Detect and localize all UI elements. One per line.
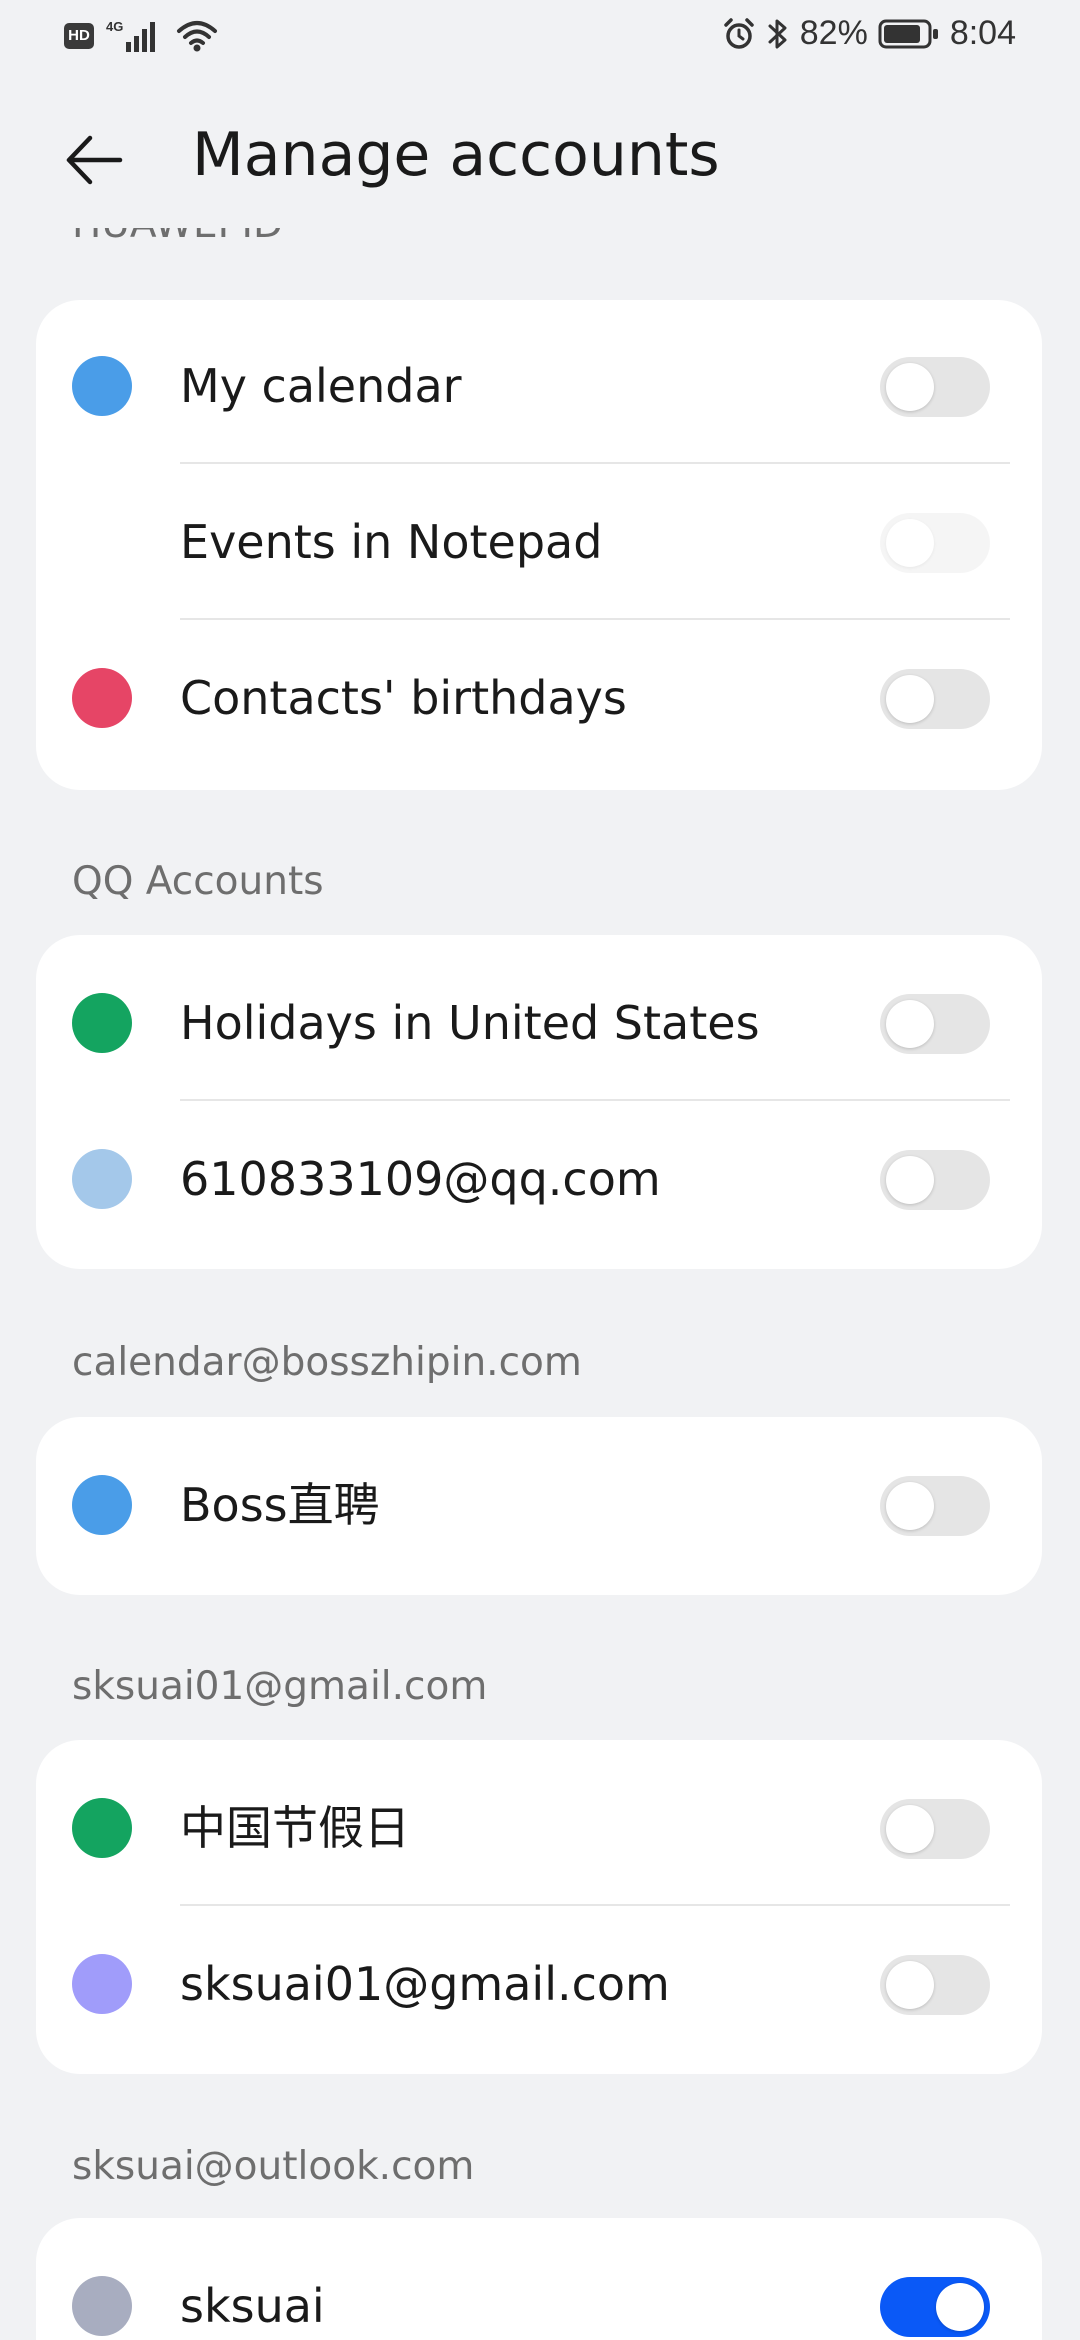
calendar-row-label: sksuai01@gmail.com bbox=[180, 1957, 670, 2011]
wifi-icon bbox=[177, 21, 217, 52]
calendar-row-label: Contacts' birthdays bbox=[180, 671, 627, 725]
bluetooth-icon bbox=[768, 19, 787, 48]
card-bosszhipin: Boss直聘 bbox=[36, 1417, 1042, 1595]
toggle-knob bbox=[886, 1000, 934, 1048]
calendar-color-dot bbox=[72, 1149, 132, 1209]
calendar-toggle[interactable] bbox=[880, 1150, 990, 1210]
calendar-row[interactable]: Boss直聘 bbox=[36, 1427, 1042, 1583]
calendar-row[interactable]: sksuai01@gmail.com bbox=[36, 1906, 1042, 2062]
calendar-row[interactable]: sksuai bbox=[36, 2228, 1042, 2340]
toggle-knob bbox=[886, 1805, 934, 1853]
back-arrow-icon bbox=[66, 135, 123, 185]
toggle-knob bbox=[886, 519, 934, 567]
hd-icon: HD bbox=[64, 23, 94, 49]
card-qq-accounts: Holidays in United States 610833109@qq.c… bbox=[36, 935, 1042, 1269]
toggle-knob bbox=[886, 1961, 934, 2009]
signal-icon: 4G bbox=[106, 19, 155, 52]
toggle-knob bbox=[886, 1156, 934, 1204]
calendar-row-label: Boss直聘 bbox=[180, 1478, 380, 1532]
calendar-toggle[interactable] bbox=[880, 1476, 990, 1536]
app-header: Manage accounts bbox=[0, 100, 1080, 220]
toggle-knob bbox=[886, 1482, 934, 1530]
calendar-toggle[interactable] bbox=[880, 357, 990, 417]
page-title: Manage accounts bbox=[192, 120, 720, 190]
calendar-row-label: Holidays in United States bbox=[180, 996, 760, 1050]
calendar-row-label: 中国节假日 bbox=[180, 1801, 410, 1855]
toggle-knob bbox=[886, 675, 934, 723]
toggle-knob bbox=[936, 2283, 984, 2331]
toggle-knob bbox=[886, 363, 934, 411]
calendar-color-dot bbox=[72, 1798, 132, 1858]
calendar-row[interactable]: 中国节假日 bbox=[36, 1750, 1042, 1906]
calendar-color-dot bbox=[72, 356, 132, 416]
calendar-row[interactable]: Contacts' birthdays bbox=[36, 620, 1042, 776]
calendar-row-label: My calendar bbox=[180, 359, 462, 413]
calendar-toggle[interactable] bbox=[880, 2277, 990, 2337]
calendar-row[interactable]: 610833109@qq.com bbox=[36, 1101, 1042, 1257]
calendar-toggle[interactable] bbox=[880, 669, 990, 729]
network-type-label: 4G bbox=[106, 19, 123, 34]
calendar-color-dot bbox=[72, 993, 132, 1053]
calendar-row-label: 610833109@qq.com bbox=[180, 1152, 661, 1206]
section-title-qq-accounts: QQ Accounts bbox=[72, 859, 324, 904]
section-title-bosszhipin: calendar@bosszhipin.com bbox=[72, 1340, 582, 1385]
calendar-color-dot bbox=[72, 2276, 132, 2336]
section-title-outlook: sksuai@outlook.com bbox=[72, 2144, 475, 2189]
calendar-toggle[interactable] bbox=[880, 1955, 990, 2015]
calendar-row[interactable]: Events in Notepad bbox=[36, 464, 1042, 620]
card-gmail: 中国节假日 sksuai01@gmail.com bbox=[36, 1740, 1042, 2074]
battery-icon bbox=[878, 19, 938, 48]
calendar-color-dot bbox=[72, 668, 132, 728]
calendar-row[interactable]: My calendar bbox=[36, 308, 1042, 464]
battery-percent: 82% bbox=[799, 14, 868, 52]
calendar-toggle[interactable] bbox=[880, 1799, 990, 1859]
calendar-color-dot bbox=[72, 1475, 132, 1535]
card-huawei-id: My calendar Events in Notepad Contacts' … bbox=[36, 300, 1042, 790]
section-title-gmail: sksuai01@gmail.com bbox=[72, 1664, 488, 1709]
clock: 8:04 bbox=[949, 14, 1016, 52]
card-outlook: sksuai bbox=[36, 2218, 1042, 2340]
calendar-row-label: Events in Notepad bbox=[180, 515, 603, 569]
status-right: 82% 8:04 bbox=[722, 14, 1016, 53]
back-button[interactable] bbox=[62, 122, 142, 198]
status-left: HD 4G bbox=[64, 18, 218, 54]
calendar-row-label: sksuai bbox=[180, 2279, 325, 2333]
accounts-list[interactable]: HUAWEI ID My calendar Events in Notepad … bbox=[0, 228, 1080, 2340]
calendar-row[interactable]: Holidays in United States bbox=[36, 945, 1042, 1101]
calendar-color-dot bbox=[72, 1954, 132, 2014]
calendar-toggle[interactable] bbox=[880, 513, 990, 573]
alarm-icon bbox=[724, 17, 754, 49]
section-title-huawei-id: HUAWEI ID bbox=[72, 228, 283, 247]
status-bar: HD 4G 82% 8:04 bbox=[0, 0, 1080, 76]
calendar-toggle[interactable] bbox=[880, 994, 990, 1054]
